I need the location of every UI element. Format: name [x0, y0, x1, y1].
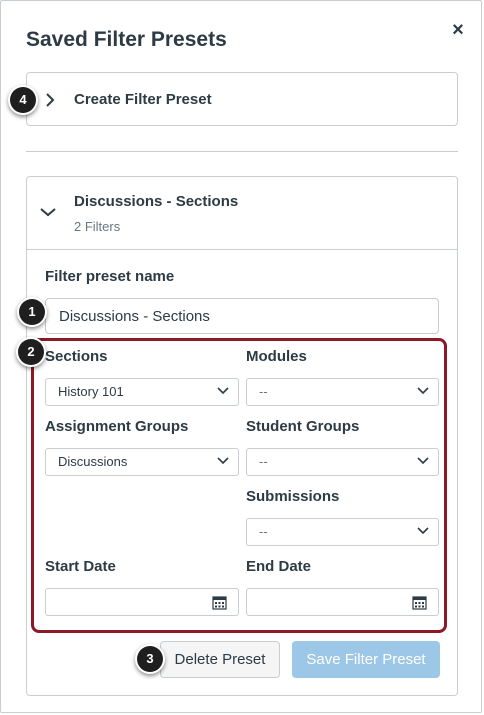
submissions-label: Submissions: [246, 488, 340, 505]
sections-select[interactable]: History 101: [45, 378, 239, 406]
start-date-label: Start Date: [45, 558, 116, 575]
modules-select[interactable]: --: [246, 378, 439, 406]
chevron-down-icon: [40, 208, 56, 217]
callout-badge-4: 4: [10, 87, 36, 113]
divider: [26, 151, 458, 152]
create-filter-preset-label: Create Filter Preset: [74, 91, 212, 108]
preset-name-label: Filter preset name: [45, 268, 175, 285]
preset-header-toggle[interactable]: Discussions - Sections 2 Filters: [27, 177, 457, 250]
sections-select-value: History 101: [58, 384, 124, 399]
sections-label: Sections: [45, 348, 108, 365]
assignment-groups-select[interactable]: Discussions: [45, 448, 239, 476]
preset-filter-count: 2 Filters: [74, 219, 121, 234]
chevron-down-icon: [217, 387, 229, 395]
student-groups-select-value: --: [259, 454, 268, 469]
preset-title: Discussions - Sections: [74, 193, 239, 210]
end-date-label: End Date: [246, 558, 312, 575]
student-groups-select[interactable]: --: [246, 448, 439, 476]
save-filter-preset-button[interactable]: Save Filter Preset: [292, 641, 440, 678]
callout-badge-2: 2: [18, 339, 44, 365]
assignment-groups-label: Assignment Groups: [45, 418, 189, 435]
calendar-icon[interactable]: [412, 595, 427, 610]
chevron-down-icon: [417, 387, 429, 395]
tray-title: Saved Filter Presets: [26, 28, 227, 51]
close-icon[interactable]: ×: [449, 20, 467, 40]
start-date-input[interactable]: [45, 588, 239, 616]
preset-name-input[interactable]: Discussions - Sections: [45, 298, 439, 334]
chevron-down-icon: [217, 457, 229, 465]
chevron-down-icon: [417, 527, 429, 535]
chevron-right-icon: [46, 93, 55, 107]
calendar-icon[interactable]: [212, 595, 227, 610]
modules-label: Modules: [246, 348, 307, 365]
callout-badge-3: 3: [137, 646, 163, 672]
submissions-select[interactable]: --: [246, 518, 439, 546]
end-date-input[interactable]: [246, 588, 439, 616]
submissions-select-value: --: [259, 524, 268, 539]
callout-badge-1: 1: [19, 299, 45, 325]
create-filter-preset-toggle[interactable]: Create Filter Preset: [26, 72, 458, 126]
student-groups-label: Student Groups: [246, 418, 360, 435]
delete-preset-button[interactable]: Delete Preset: [160, 641, 280, 678]
assignment-groups-select-value: Discussions: [58, 454, 128, 469]
chevron-down-icon: [417, 457, 429, 465]
modules-select-value: --: [259, 384, 268, 399]
